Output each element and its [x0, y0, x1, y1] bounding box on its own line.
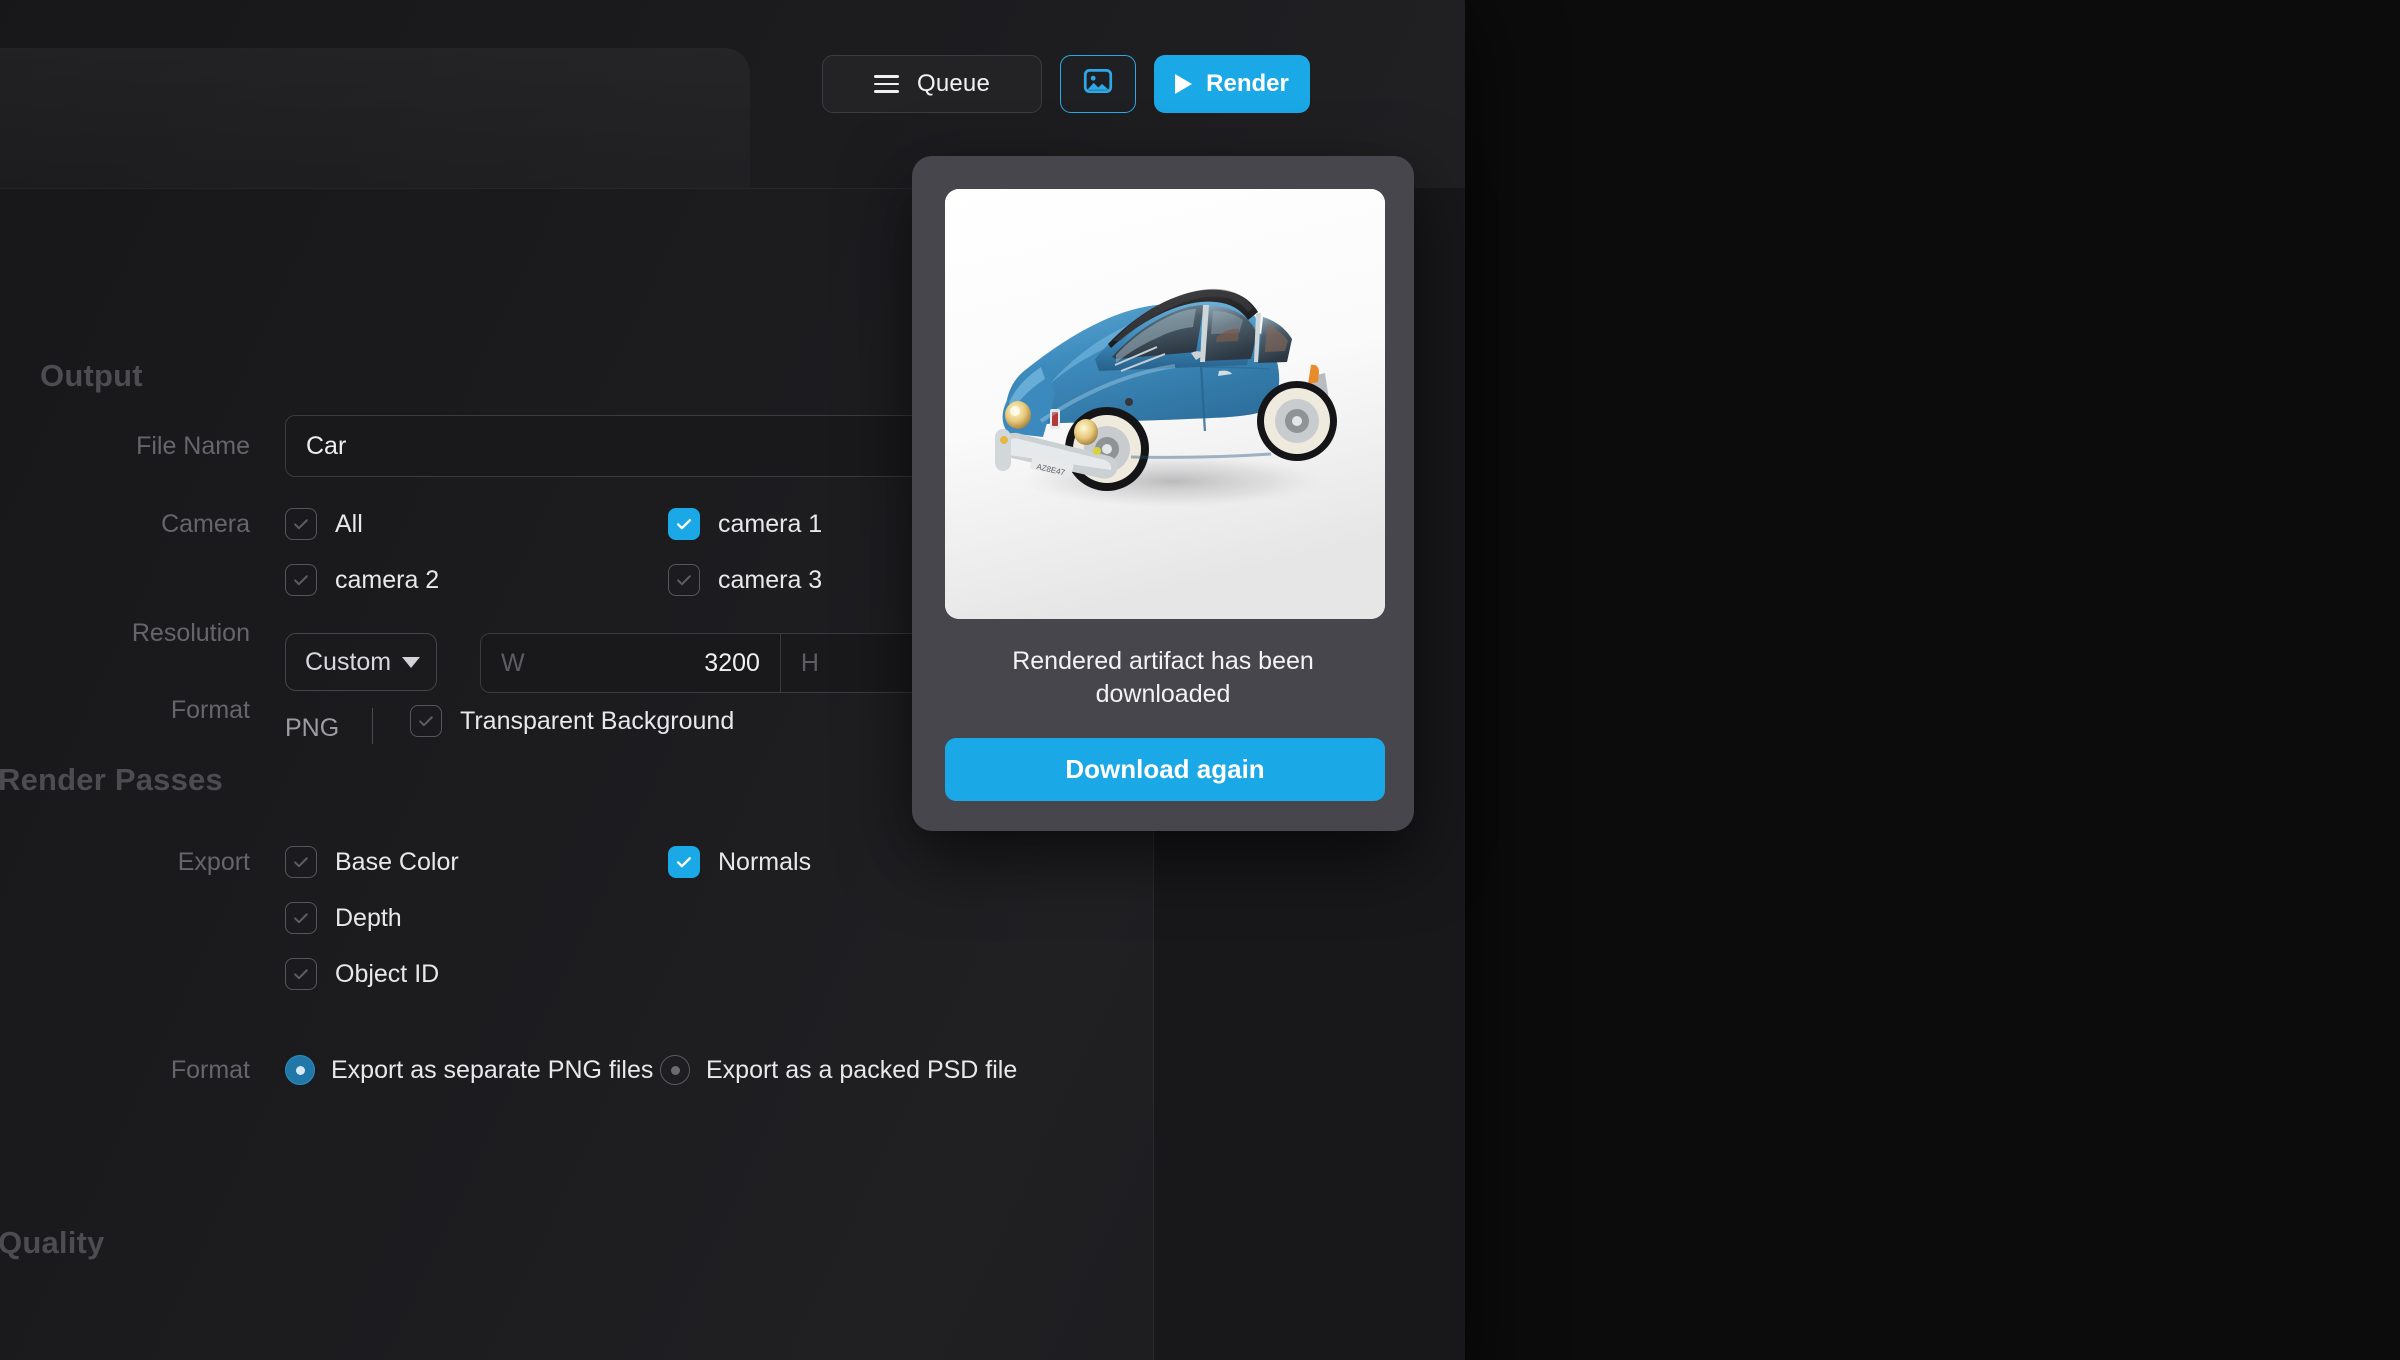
radio-export-packed-psd[interactable]: Export as a packed PSD file — [660, 1055, 1017, 1085]
render-button-label: Render — [1206, 70, 1289, 97]
artifact-caption: Rendered artifact has been downloaded — [1012, 647, 1314, 709]
checkbox-icon-unchecked — [285, 508, 317, 540]
checkbox-label: Depth — [335, 903, 402, 932]
checkbox-camera-2[interactable]: camera 2 — [285, 564, 439, 596]
checkbox-icon-unchecked — [285, 902, 317, 934]
checkbox-camera-1[interactable]: camera 1 — [668, 508, 822, 540]
width-placeholder: W — [501, 648, 525, 677]
label-export: Export — [177, 847, 250, 876]
render-button[interactable]: Render — [1154, 55, 1310, 113]
hamburger-menu-icon — [873, 75, 899, 93]
artifact-download-popup: AZ8E47 Rendered artifact has been downlo… — [912, 156, 1414, 831]
checkbox-base-color[interactable]: Base Color — [285, 846, 459, 878]
height-placeholder: H — [800, 648, 819, 677]
checkbox-label: Transparent Background — [460, 706, 735, 735]
checkbox-label: camera 1 — [718, 509, 823, 538]
output-format-value: PNG — [285, 714, 340, 742]
checkbox-label: Object ID — [335, 959, 440, 988]
chevron-down-icon — [402, 656, 420, 668]
file-name-value: Car — [306, 431, 347, 460]
section-title-output: Output — [40, 358, 143, 393]
checkbox-camera-all[interactable]: All — [285, 508, 363, 540]
radio-export-separate-png[interactable]: Export as separate PNG files — [285, 1055, 653, 1085]
rendered-car-thumbnail[interactable]: AZ8E47 — [945, 189, 1385, 619]
play-icon — [1175, 74, 1193, 94]
width-value: 3200 — [704, 648, 760, 677]
checkbox-transparent-background[interactable]: Transparent Background — [410, 705, 734, 737]
checkbox-object-id[interactable]: Object ID — [285, 958, 439, 990]
checkbox-icon-unchecked — [285, 958, 317, 990]
checkbox-label: Base Color — [335, 847, 459, 876]
checkbox-icon-unchecked — [668, 564, 700, 596]
section-title-quality: Quality — [0, 1225, 105, 1260]
radio-dot — [670, 1065, 680, 1075]
checkbox-camera-3[interactable]: camera 3 — [668, 564, 822, 596]
resolution-preset-select[interactable]: Custom — [285, 633, 437, 691]
panel-header-backdrop — [0, 48, 750, 188]
radio-label: Export as a packed PSD file — [706, 1055, 1018, 1084]
top-toolbar: Queue Render — [822, 55, 1310, 113]
checkbox-label: camera 3 — [718, 565, 823, 594]
checkbox-label: All — [335, 509, 363, 538]
checkbox-icon-checked — [668, 846, 700, 878]
label-camera: Camera — [161, 509, 250, 538]
radio-dot — [295, 1065, 305, 1075]
radio-icon-selected — [285, 1055, 315, 1085]
resolution-width-input[interactable]: W 3200 — [481, 634, 780, 692]
radio-label: Export as separate PNG files — [331, 1055, 654, 1084]
label-file-name: File Name — [136, 431, 250, 460]
label-passes-format: Format — [170, 1055, 250, 1084]
checkbox-depth[interactable]: Depth — [285, 902, 402, 934]
checkbox-label: Normals — [718, 847, 812, 876]
image-icon — [1081, 64, 1115, 104]
app-stage: Output File Name Car Camera All camera 1… — [0, 0, 2400, 1360]
checkbox-normals[interactable]: Normals — [668, 846, 811, 878]
label-resolution: Resolution — [131, 618, 250, 647]
queue-button-label: Queue — [916, 70, 991, 97]
section-title-render-passes: Render Passes — [0, 762, 223, 797]
format-divider — [372, 708, 373, 744]
artifact-preview-button[interactable] — [1060, 55, 1136, 113]
checkbox-icon-unchecked — [410, 705, 442, 737]
checkbox-icon-unchecked — [285, 564, 317, 596]
resolution-preset-value: Custom — [305, 647, 392, 676]
radio-icon-unselected — [660, 1055, 690, 1085]
label-output-format: Format — [170, 695, 250, 724]
download-again-button[interactable]: Download again — [945, 737, 1385, 801]
checkbox-label: camera 2 — [335, 565, 440, 594]
checkbox-icon-unchecked — [285, 846, 317, 878]
checkbox-icon-checked — [668, 508, 700, 540]
file-name-input[interactable]: Car — [285, 415, 925, 477]
queue-button[interactable]: Queue — [822, 55, 1042, 113]
